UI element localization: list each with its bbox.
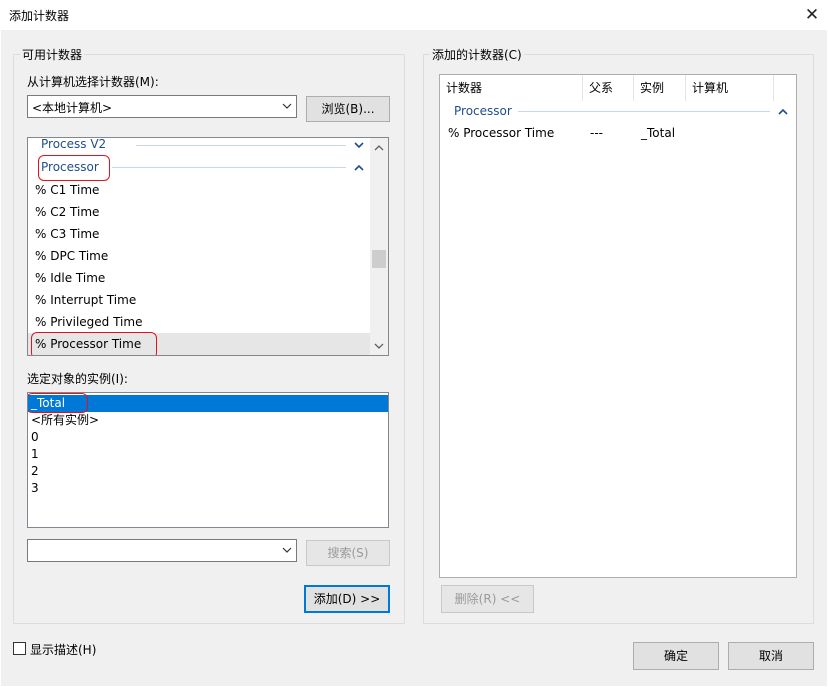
close-button[interactable]: ✕ <box>800 3 824 27</box>
add-button[interactable]: 添加(D) >> <box>304 585 390 613</box>
column-header-instance[interactable]: 实例 <box>634 75 686 101</box>
category-divider <box>112 167 346 168</box>
computer-label: 从计算机选择计数器(M): <box>27 75 159 89</box>
search-combobox[interactable] <box>27 539 297 562</box>
available-counters-legend: 可用计数器 <box>20 46 85 63</box>
scroll-down-icon[interactable] <box>374 342 384 350</box>
category-divider <box>518 111 770 112</box>
category-row-processor[interactable]: Processor <box>440 101 796 121</box>
chevron-down-icon <box>282 547 292 553</box>
scroll-thumb[interactable] <box>372 250 386 268</box>
title-bar: 添加计数器 ✕ <box>0 0 828 30</box>
scroll-up-icon[interactable] <box>374 144 384 152</box>
list-item[interactable]: % Interrupt Time <box>28 289 370 311</box>
table-row[interactable]: % Processor Time --- _Total <box>440 123 796 143</box>
highlight-ring-processor <box>38 155 110 181</box>
list-item[interactable]: % C3 Time <box>28 223 370 245</box>
ok-button[interactable]: 确定 <box>633 642 719 670</box>
category-row-process-v2[interactable]: Process V2 <box>28 138 370 152</box>
search-button[interactable]: 搜索(S) <box>306 540 390 566</box>
list-item[interactable]: <所有实例> <box>28 412 388 429</box>
counter-list-scrollbar[interactable] <box>370 138 388 355</box>
chevron-up-icon[interactable] <box>354 164 364 172</box>
close-icon: ✕ <box>804 5 820 25</box>
column-header-row: 计数器 父系 实例 计算机 <box>440 75 796 101</box>
chevron-down-icon <box>282 103 292 109</box>
cancel-button[interactable]: 取消 <box>728 642 814 670</box>
column-header-computer[interactable]: 计算机 <box>686 75 774 101</box>
list-item[interactable]: % Privileged Time <box>28 311 370 333</box>
computer-value: <本地计算机> <box>32 101 113 115</box>
instance-list[interactable]: _Total <所有实例> 0 1 2 3 <box>27 392 389 528</box>
remove-button[interactable]: 删除(R) << <box>441 585 534 613</box>
row-counter: % Processor Time <box>448 126 555 140</box>
chevron-up-icon[interactable] <box>778 108 788 116</box>
highlight-ring-total <box>28 393 88 413</box>
column-header-parent[interactable]: 父系 <box>583 75 634 101</box>
list-item[interactable]: 1 <box>28 446 388 463</box>
computer-combobox[interactable]: <本地计算机> <box>27 95 297 118</box>
browse-button[interactable]: 浏览(B)... <box>306 96 390 122</box>
show-description-label[interactable]: 显示描述(H) <box>30 641 96 658</box>
list-item[interactable]: % C2 Time <box>28 201 370 223</box>
list-item[interactable]: % Idle Time <box>28 267 370 289</box>
list-item[interactable]: 3 <box>28 480 388 497</box>
row-instance: _Total <box>641 126 676 140</box>
column-header-counter[interactable]: 计数器 <box>440 75 583 101</box>
instances-label: 选定对象的实例(I): <box>27 372 128 386</box>
category-name: Processor <box>454 104 512 118</box>
list-item[interactable]: 2 <box>28 463 388 480</box>
show-description-checkbox[interactable] <box>13 642 26 655</box>
category-name: Process V2 <box>41 137 107 151</box>
counter-list[interactable]: Process V2 Processor % C1 Time % C2 Time… <box>27 137 389 356</box>
list-item[interactable]: % C1 Time <box>28 179 370 201</box>
chevron-down-icon[interactable] <box>354 141 364 149</box>
list-item[interactable]: % DPC Time <box>28 245 370 267</box>
added-counters-list[interactable]: 计数器 父系 实例 计算机 Processor % Processor Time… <box>439 74 797 578</box>
highlight-ring-processor-time <box>31 332 157 355</box>
row-parent: --- <box>590 126 603 140</box>
counter-items: % C1 Time % C2 Time % C3 Time % DPC Time… <box>28 179 370 355</box>
category-divider <box>136 145 346 146</box>
list-item[interactable]: 0 <box>28 429 388 446</box>
added-counters-legend: 添加的计数器(C) <box>430 46 524 63</box>
window-title: 添加计数器 <box>9 9 70 23</box>
